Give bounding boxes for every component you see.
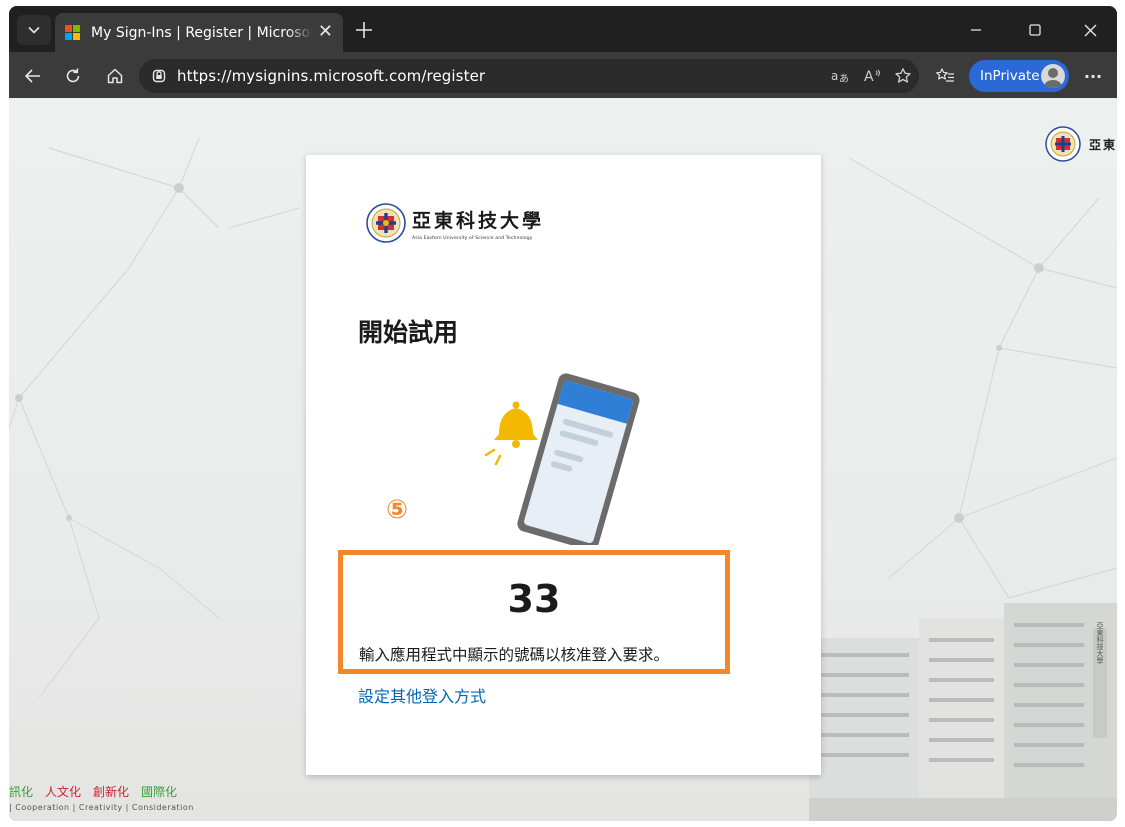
instruction-text: 輸入應用程式中顯示的號碼以核准登入要求。 [359, 646, 670, 664]
avatar [1041, 64, 1065, 88]
number-match-highlight: 33 輸入應用程式中顯示的號碼以核准登入要求。 [338, 550, 730, 674]
minimize-icon [971, 29, 981, 31]
svg-text:a: a [831, 69, 838, 83]
slogan-item: 創新化 [93, 785, 130, 799]
close-icon [1084, 24, 1096, 36]
university-seal-icon [366, 203, 406, 243]
inprivate-button[interactable]: InPrivate [969, 60, 1069, 92]
campus-buildings-image: 亞東科技大學 [809, 603, 1117, 821]
university-logo: 亞東科技大學 Asia Eastern University of Scienc… [366, 203, 544, 243]
svg-text:あ: あ [839, 73, 849, 84]
other-method-link[interactable]: 設定其他登入方式 [358, 683, 486, 707]
chevron-down-icon [28, 26, 40, 34]
back-button[interactable] [17, 60, 49, 92]
browser-window: My Sign-Ins | Register | Microsoft.com ✕… [9, 6, 1117, 821]
building-sign-text: 亞東科技大學 [1096, 622, 1104, 665]
more-menu-button[interactable]: ··· [1077, 60, 1109, 92]
address-bar[interactable]: https://mysignins.microsoft.com/register… [139, 59, 919, 93]
read-aloud-icon[interactable]: A [861, 64, 885, 88]
lock-icon [152, 69, 166, 83]
url-text: https://mysignins.microsoft.com/register [177, 67, 486, 85]
svg-text:A: A [864, 69, 874, 84]
new-tab-button[interactable] [349, 15, 379, 45]
tab-actions-button[interactable] [17, 15, 51, 45]
plus-icon [356, 22, 372, 38]
maximize-button[interactable] [1012, 14, 1058, 46]
university-seal-icon [1045, 126, 1081, 162]
slogan-item: 訊化 [9, 785, 34, 799]
minimize-button[interactable] [953, 14, 999, 46]
slogan: 訊化 人文化 創新化 國際化 [9, 783, 177, 800]
university-name-block: 亞東科技大學 Asia Eastern University of Scienc… [412, 206, 544, 241]
sign-in-number: 33 [507, 577, 561, 621]
page-title: 開始試用 [358, 318, 459, 347]
university-name-en: Asia Eastern University of Science and T… [412, 235, 533, 241]
home-button[interactable] [99, 60, 131, 92]
tab-close-icon[interactable]: ✕ [318, 21, 333, 42]
inprivate-label: InPrivate [980, 68, 1040, 84]
slogan-item: 人文化 [45, 785, 82, 799]
translate-icon[interactable]: aあ [829, 64, 853, 88]
university-name-cn: 亞東科技大學 [412, 209, 545, 232]
browser-toolbar: https://mysignins.microsoft.com/register… [9, 52, 1117, 98]
favorite-star-icon[interactable] [891, 64, 915, 88]
step-marker: ⑤ [386, 495, 409, 525]
corner-university-logo: 亞東 [1045, 126, 1117, 162]
page-content: 亞東 亞東科技大學 訊化 人文化 創新化 國際化 | Cooperation | Cr… [9, 98, 1117, 821]
registration-card: 亞東科技大學 Asia Eastern University of Scienc… [306, 155, 821, 775]
favorites-button[interactable] [929, 60, 961, 92]
back-arrow-icon [24, 69, 40, 83]
favorites-list-icon [936, 68, 954, 82]
maximize-icon [1029, 24, 1041, 36]
active-tab[interactable]: My Sign-Ins | Register | Microsoft.com ✕ [55, 13, 343, 52]
microsoft-logo-icon [65, 24, 81, 41]
close-window-button[interactable] [1067, 14, 1113, 46]
slogan-english: | Cooperation | Creativity | Considerati… [9, 803, 194, 812]
refresh-icon [66, 68, 80, 83]
home-icon [107, 68, 123, 84]
corner-logo-text: 亞東 [1088, 137, 1117, 152]
tab-title: My Sign-Ins | Register | Microsoft.com [91, 24, 313, 41]
tab-strip: My Sign-Ins | Register | Microsoft.com ✕ [9, 6, 1117, 52]
refresh-button[interactable] [57, 60, 89, 92]
phone-notification-illustration [484, 373, 640, 545]
slogan-item: 國際化 [141, 785, 178, 799]
